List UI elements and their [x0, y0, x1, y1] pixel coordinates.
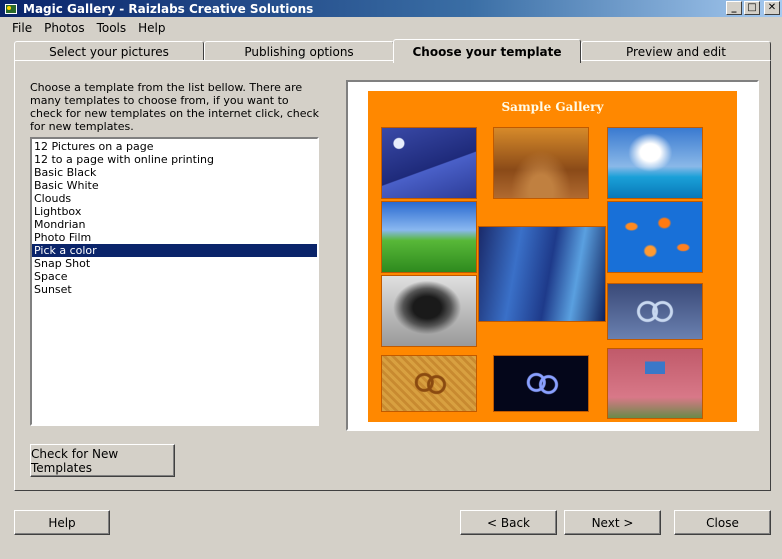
menu-help[interactable]: Help: [132, 21, 171, 35]
tab-preview-edit[interactable]: Preview and edit: [581, 41, 771, 61]
thumbnail-green-hill: [381, 201, 477, 273]
thumbnail-goldfish: [607, 201, 703, 273]
help-button[interactable]: Help: [14, 510, 110, 535]
menu-file[interactable]: File: [6, 21, 38, 35]
menu-photos[interactable]: Photos: [38, 21, 90, 35]
template-list-item[interactable]: 12 to a page with online printing: [32, 153, 317, 166]
template-list-item[interactable]: Clouds: [32, 192, 317, 205]
template-list-item[interactable]: Basic White: [32, 179, 317, 192]
template-list-item[interactable]: Snap Shot: [32, 257, 317, 270]
check-new-templates-button[interactable]: Check for New Templates: [30, 444, 175, 477]
thumbnail-ocean-sky: [607, 127, 703, 199]
thumbnail-pink-house: [607, 348, 703, 419]
template-list[interactable]: 12 Pictures on a page 12 to a page with o…: [30, 137, 319, 426]
instructions-text: Choose a template from the list bellow. …: [30, 81, 319, 133]
template-list-item[interactable]: Basic Black: [32, 166, 317, 179]
title-bar: Magic Gallery - Raizlabs Creative Soluti…: [0, 0, 782, 17]
template-list-item[interactable]: 12 Pictures on a page: [32, 140, 317, 153]
template-list-item[interactable]: Sunset: [32, 283, 317, 296]
close-window-button[interactable]: ✕: [764, 1, 780, 15]
sample-gallery: Sample Gallery: [368, 91, 737, 422]
menu-tools[interactable]: Tools: [91, 21, 133, 35]
menu-bar: File Photos Tools Help: [0, 18, 172, 37]
thumbnail-space-logo: [493, 355, 589, 412]
app-icon: [4, 2, 18, 16]
thumbnail-cloud-logo: [607, 283, 703, 340]
template-list-item[interactable]: Pick a color: [32, 244, 317, 257]
template-list-item[interactable]: Space: [32, 270, 317, 283]
maximize-button[interactable]: □: [744, 1, 760, 15]
thumbnail-mountain: [381, 127, 477, 199]
template-preview: Sample Gallery: [346, 80, 759, 431]
next-button[interactable]: Next >: [564, 510, 661, 535]
tab-select-pictures[interactable]: Select your pictures: [14, 41, 204, 61]
gallery-title: Sample Gallery: [501, 100, 604, 114]
thumbnail-abstract-blue: [478, 226, 606, 322]
back-button[interactable]: < Back: [460, 510, 557, 535]
thumbnail-sand-pattern: [381, 355, 477, 412]
thumbnail-autumn-path: [493, 127, 589, 199]
window-title: Magic Gallery - Raizlabs Creative Soluti…: [23, 1, 314, 16]
thumbnail-sculpture: [381, 275, 477, 347]
template-list-item[interactable]: Lightbox: [32, 205, 317, 218]
minimize-button[interactable]: _: [726, 1, 742, 15]
template-list-item[interactable]: Photo Film: [32, 231, 317, 244]
template-list-item[interactable]: Mondrian: [32, 218, 317, 231]
tab-choose-template[interactable]: Choose your template: [393, 39, 581, 63]
tab-publishing-options[interactable]: Publishing options: [204, 41, 394, 61]
close-button[interactable]: Close: [674, 510, 771, 535]
